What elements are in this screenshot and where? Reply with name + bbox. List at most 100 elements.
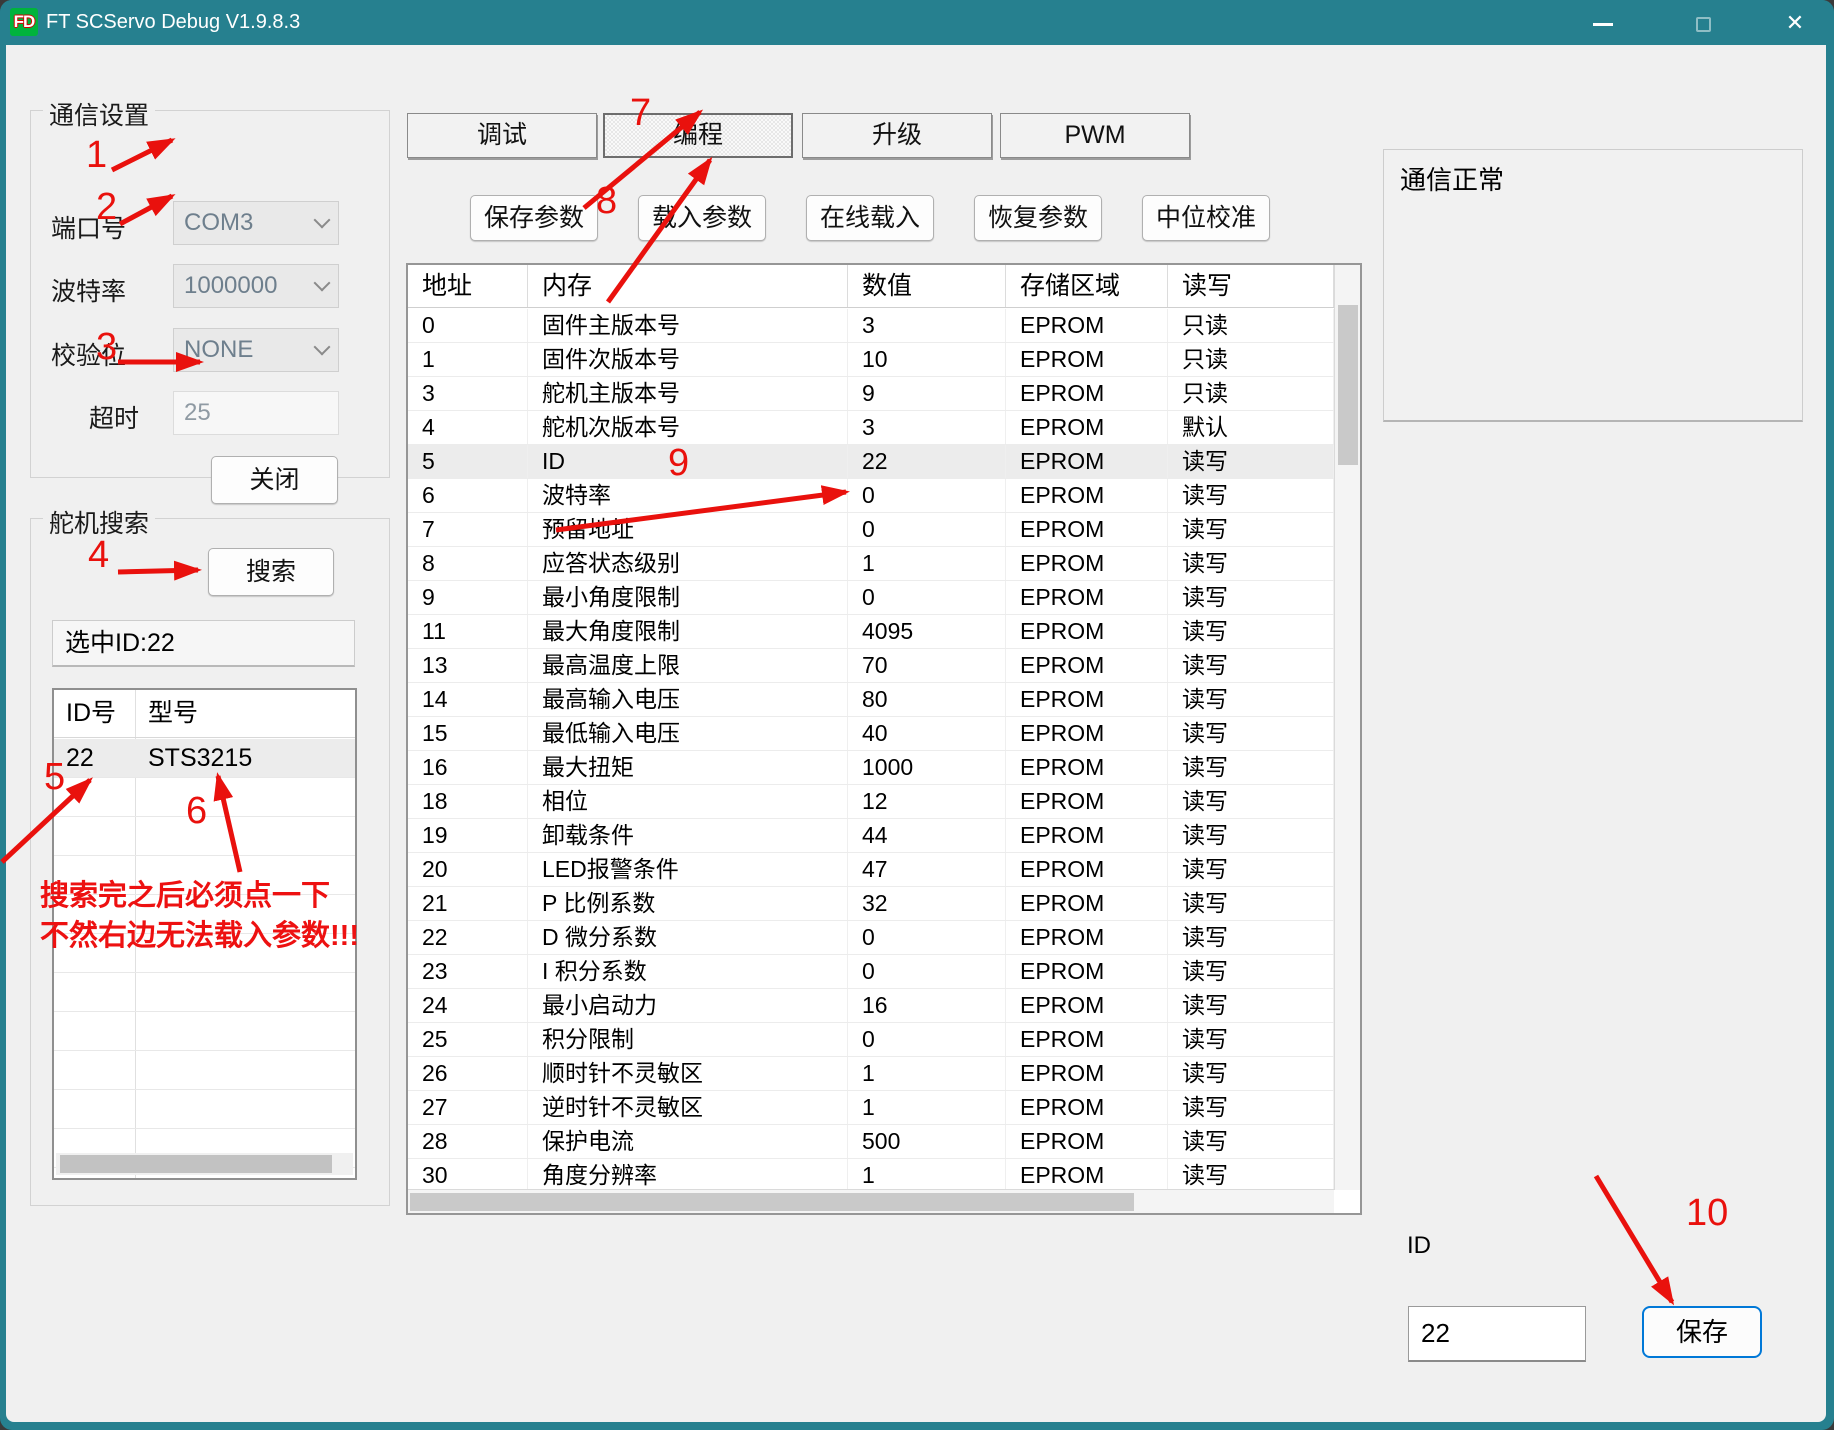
- table-row[interactable]: 14最高输入电压80EPROM读写: [408, 683, 1334, 717]
- cell-name: 最小角度限制: [528, 581, 848, 614]
- table-row[interactable]: 6波特率0EPROM读写: [408, 479, 1334, 513]
- cell-rw: 读写: [1168, 921, 1334, 954]
- table-row[interactable]: 1固件次版本号10EPROM只读: [408, 343, 1334, 377]
- table-row[interactable]: 21P 比例系数32EPROM读写: [408, 887, 1334, 921]
- cell-value: 12: [848, 785, 1006, 818]
- table-row[interactable]: 24最小启动力16EPROM读写: [408, 989, 1334, 1023]
- tab-调试[interactable]: 调试: [407, 113, 597, 158]
- cell-rw: 读写: [1168, 547, 1334, 580]
- table-row[interactable]: 4舵机次版本号3EPROM默认: [408, 411, 1334, 445]
- table-row[interactable]: 27逆时针不灵敏区1EPROM读写: [408, 1091, 1334, 1125]
- memory-table-hscrollbar[interactable]: [408, 1189, 1334, 1213]
- save-button[interactable]: 保存: [1642, 1306, 1762, 1358]
- cell-value: 3: [848, 411, 1006, 444]
- memory-table-header-cell: 存储区域: [1006, 265, 1168, 307]
- table-row[interactable]: 19卸载条件44EPROM读写: [408, 819, 1334, 853]
- timeout-input[interactable]: 25: [173, 391, 339, 435]
- table-row[interactable]: 25积分限制0EPROM读写: [408, 1023, 1334, 1057]
- servo-model: STS3215: [148, 739, 252, 777]
- port-combobox[interactable]: COM3: [173, 201, 339, 245]
- table-row[interactable]: 22D 微分系数0EPROM读写: [408, 921, 1334, 955]
- servo-search-group-label: 舵机搜索: [43, 504, 155, 540]
- table-row[interactable]: 11最大角度限制4095EPROM读写: [408, 615, 1334, 649]
- cell-value: 70: [848, 649, 1006, 682]
- close-port-button[interactable]: 关闭: [211, 456, 338, 504]
- table-row[interactable]: 3舵机主版本号9EPROM只读: [408, 377, 1334, 411]
- selected-id-box[interactable]: 选中ID:22: [52, 620, 355, 667]
- table-row[interactable]: 5ID22EPROM读写: [408, 445, 1334, 479]
- search-button[interactable]: 搜索: [208, 548, 334, 596]
- memory-table-vscrollbar[interactable]: [1334, 265, 1360, 1190]
- id-input[interactable]: 22: [1408, 1306, 1586, 1362]
- scrollbar-thumb[interactable]: [410, 1193, 1134, 1211]
- port-value: COM3: [184, 202, 253, 244]
- param-button-5[interactable]: 中位校准: [1142, 195, 1270, 241]
- tab-PWM[interactable]: PWM: [1000, 113, 1190, 158]
- table-row[interactable]: 7预留地址0EPROM读写: [408, 513, 1334, 547]
- cell-value: 22: [848, 445, 1006, 478]
- baud-combobox[interactable]: 1000000: [173, 264, 339, 308]
- scrollbar-thumb[interactable]: [60, 1155, 332, 1173]
- cell-area: EPROM: [1006, 819, 1168, 852]
- cell-rw: 读写: [1168, 683, 1334, 716]
- servo-list-hscrollbar[interactable]: [56, 1153, 353, 1175]
- cell-addr: 30: [408, 1159, 528, 1192]
- cell-addr: 16: [408, 751, 528, 784]
- baud-label: 波特率: [51, 272, 126, 308]
- cell-rw: 读写: [1168, 887, 1334, 920]
- cell-rw: 只读: [1168, 377, 1334, 410]
- cell-rw: 读写: [1168, 785, 1334, 818]
- table-row[interactable]: 23I 积分系数0EPROM读写: [408, 955, 1334, 989]
- table-row[interactable]: 16最大扭矩1000EPROM读写: [408, 751, 1334, 785]
- timeout-label: 超时: [89, 399, 139, 435]
- cell-value: 1: [848, 1159, 1006, 1192]
- param-button-4[interactable]: 恢复参数: [974, 195, 1102, 241]
- param-button-2[interactable]: 载入参数: [638, 195, 766, 241]
- maximize-button[interactable]: [1672, 0, 1734, 45]
- param-button-1[interactable]: 保存参数: [470, 195, 598, 241]
- table-row[interactable]: 30角度分辨率1EPROM读写: [408, 1159, 1334, 1193]
- table-row[interactable]: 26顺时针不灵敏区1EPROM读写: [408, 1057, 1334, 1091]
- cell-addr: 5: [408, 445, 528, 478]
- table-row[interactable]: 9最小角度限制0EPROM读写: [408, 581, 1334, 615]
- cell-addr: 0: [408, 309, 528, 342]
- cell-area: EPROM: [1006, 377, 1168, 410]
- cell-name: 最大扭矩: [528, 751, 848, 784]
- cell-name: 保护电流: [528, 1125, 848, 1158]
- cell-area: EPROM: [1006, 785, 1168, 818]
- minimize-button[interactable]: [1572, 0, 1634, 45]
- cell-name: 最小启动力: [528, 989, 848, 1022]
- status-panel: 通信正常: [1383, 149, 1803, 422]
- cell-value: 32: [848, 887, 1006, 920]
- cell-addr: 21: [408, 887, 528, 920]
- param-button-3[interactable]: 在线载入: [806, 195, 934, 241]
- table-row[interactable]: 18相位12EPROM读写: [408, 785, 1334, 819]
- list-item[interactable]: 22 STS3215: [54, 739, 355, 778]
- parity-combobox[interactable]: NONE: [173, 328, 339, 372]
- cell-addr: 24: [408, 989, 528, 1022]
- cell-addr: 6: [408, 479, 528, 512]
- servo-id: 22: [66, 739, 94, 777]
- cell-rw: 读写: [1168, 615, 1334, 648]
- scrollbar-thumb[interactable]: [1338, 305, 1358, 465]
- tab-升级[interactable]: 升级: [802, 113, 992, 158]
- cell-name: 固件次版本号: [528, 343, 848, 376]
- table-row[interactable]: 28保护电流500EPROM读写: [408, 1125, 1334, 1159]
- cell-rw: 读写: [1168, 1159, 1334, 1192]
- minimize-icon: [1593, 23, 1613, 26]
- table-row[interactable]: 20LED报警条件47EPROM读写: [408, 853, 1334, 887]
- cell-name: 卸载条件: [528, 819, 848, 852]
- close-window-button[interactable]: ✕: [1764, 0, 1826, 45]
- cell-value: 44: [848, 819, 1006, 852]
- client-area: 通信设置 端口号 COM3 波特率 1000000 校验位 NONE 超时 25…: [6, 45, 1826, 1422]
- tab-编程[interactable]: 编程: [603, 113, 793, 158]
- cell-value: 1: [848, 1091, 1006, 1124]
- table-row[interactable]: 13最高温度上限70EPROM读写: [408, 649, 1334, 683]
- maximize-icon: [1696, 17, 1711, 32]
- table-row[interactable]: 8应答状态级别1EPROM读写: [408, 547, 1334, 581]
- table-row[interactable]: 0固件主版本号3EPROM只读: [408, 309, 1334, 343]
- cell-addr: 8: [408, 547, 528, 580]
- cell-value: 80: [848, 683, 1006, 716]
- cell-area: EPROM: [1006, 751, 1168, 784]
- table-row[interactable]: 15最低输入电压40EPROM读写: [408, 717, 1334, 751]
